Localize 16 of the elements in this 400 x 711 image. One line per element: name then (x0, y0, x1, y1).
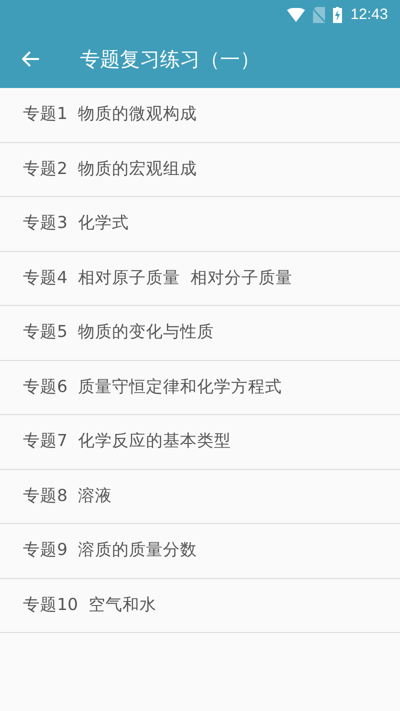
topic-list-item[interactable]: 专题9 溶质的质量分数 (0, 524, 400, 578)
topic-list-item[interactable]: 专题6 质量守恒定律和化学方程式 (0, 360, 400, 415)
topic-list-item[interactable]: 专题4 相对原子质量 相对分子质量 (0, 252, 400, 306)
battery-charging-icon (333, 7, 342, 23)
topic-list-item[interactable]: 专题7 化学反应的基本类型 (0, 415, 400, 470)
no-sim-icon (313, 7, 326, 23)
topic-list-item[interactable]: 专题10 空气和水 (0, 578, 400, 633)
topic-list-item[interactable]: 专题1 物质的微观构成 (0, 88, 400, 142)
status-time: 12:43 (350, 4, 388, 25)
topic-list-item[interactable]: 专题8 溶液 (0, 470, 400, 524)
topic-list-item[interactable]: 专题3 化学式 (0, 197, 400, 252)
back-arrow-icon (22, 51, 40, 67)
topic-list-item[interactable]: 专题5 物质的变化与性质 (0, 306, 400, 360)
wifi-icon (287, 8, 306, 22)
topic-list-item[interactable]: 专题2 物质的宏观组成 (0, 142, 400, 197)
toolbar-title: 专题复习练习（一） (80, 46, 260, 73)
